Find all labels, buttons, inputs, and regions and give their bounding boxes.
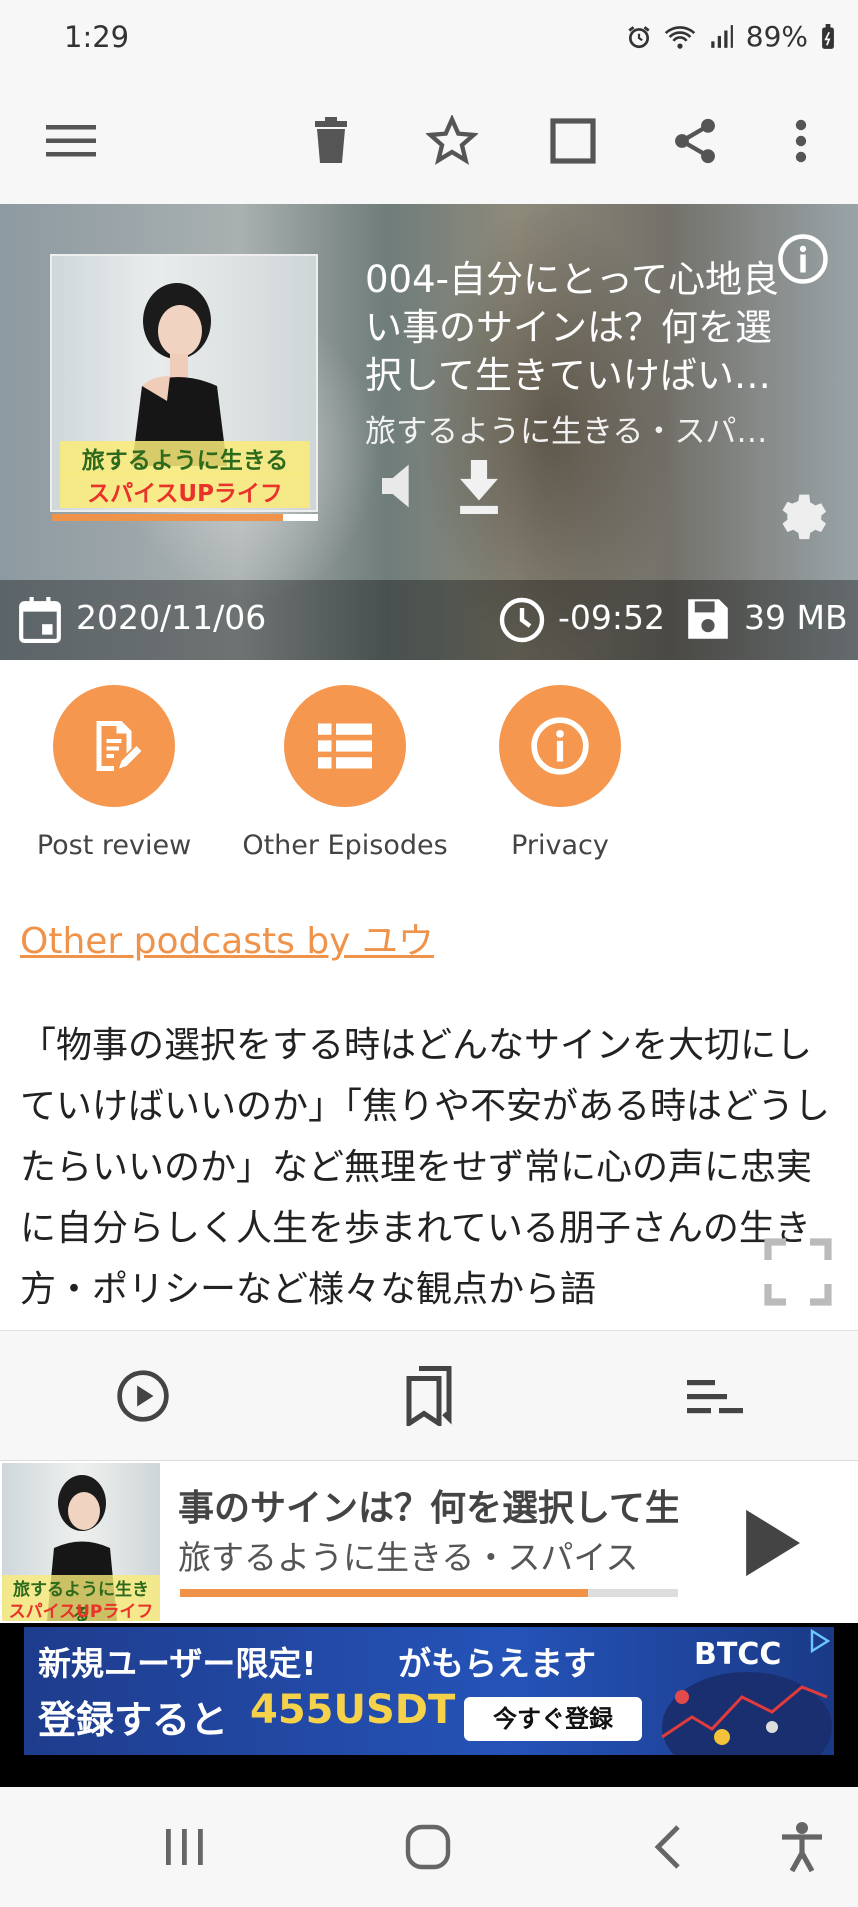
- episode-title: 004-自分にとって心地良い事のサインは？何を選択して生きていけばい…: [365, 258, 780, 397]
- top-toolbar: [0, 78, 858, 204]
- ad-globe-graphic: [661, 1672, 832, 1755]
- post-review-button[interactable]: [53, 685, 175, 807]
- privacy-button[interactable]: [499, 685, 621, 807]
- ad-choices-icon[interactable]: [808, 1629, 832, 1653]
- back-icon[interactable]: [650, 1823, 686, 1875]
- star-icon[interactable]: [417, 106, 487, 176]
- info-icon[interactable]: [776, 232, 830, 290]
- volume-icon[interactable]: [378, 462, 418, 514]
- other-podcasts-link[interactable]: Other podcasts by ユウ: [20, 912, 434, 964]
- recent-apps-icon[interactable]: [162, 1825, 206, 1873]
- mini-player-subtitle: 旅するように生きる・スパイス: [178, 1538, 639, 1577]
- ad-content[interactable]: 新規ユーザー限定! がもらえます 登録すると 455USDT 今すぐ登録 BTC…: [24, 1627, 834, 1755]
- other-episodes-label[interactable]: Other Episodes: [225, 830, 465, 861]
- podcast-cover-art: 旅するように生きる スパイスUPライフ: [50, 254, 318, 512]
- battery-text: 89%: [745, 20, 808, 53]
- calendar-icon: [19, 597, 61, 643]
- episode-date: 2020/11/06: [76, 598, 267, 637]
- privacy-label[interactable]: Privacy: [440, 830, 680, 861]
- ad-line1b: がもらえます: [398, 1644, 596, 1683]
- ad-line1: 新規ユーザー限定!: [38, 1644, 317, 1683]
- episode-file-size: 39 MB: [744, 598, 848, 637]
- cover-caption-2: スパイスUPライフ: [60, 474, 310, 508]
- share-icon[interactable]: [660, 106, 730, 176]
- cover-caption-1: 旅するように生きる: [60, 441, 310, 475]
- ad-banner[interactable]: 新規ユーザー限定! がもらえます 登録すると 455USDT 今すぐ登録 BTC…: [0, 1623, 858, 1787]
- episode-meta-bar: 2020/11/06 -09:52 39 MB: [0, 580, 858, 660]
- checkbox-icon[interactable]: [538, 106, 608, 176]
- system-nav-bar: [0, 1787, 858, 1907]
- episode-description: 「物事の選択をする時はどんなサインを大切にしていけばいいのか」「焦りや不安がある…: [20, 1025, 831, 1310]
- mini-player-thumbnail: 旅するように生きる スパイスUPライフ: [2, 1463, 160, 1621]
- fullscreen-icon[interactable]: [762, 1236, 834, 1312]
- play-circle-icon[interactable]: [103, 1361, 183, 1431]
- status-icons: 89%: [626, 20, 836, 53]
- episode-remaining-time: -09:52: [558, 598, 666, 637]
- download-icon[interactable]: [456, 460, 502, 518]
- home-icon[interactable]: [404, 1823, 452, 1875]
- edit-note-icon: [96, 721, 142, 771]
- bottom-tab-bar: [0, 1330, 858, 1460]
- info-icon: [531, 717, 589, 775]
- episode-header: 旅するように生きる スパイスUPライフ 004-自分にとって心地良い事のサインは…: [0, 204, 858, 660]
- bookmarks-icon[interactable]: [389, 1361, 469, 1431]
- play-icon: [746, 1509, 800, 1577]
- mini-caption-2: スパイスUPライフ: [8, 1602, 154, 1621]
- ad-register-button[interactable]: 今すぐ登録: [464, 1697, 642, 1741]
- settings-gear-icon[interactable]: [774, 489, 828, 547]
- post-review-label[interactable]: Post review: [0, 830, 234, 861]
- list-icon: [318, 723, 372, 769]
- mini-player-title: 事のサインは？何を選択して生: [178, 1488, 678, 1529]
- cover-person-image: [132, 283, 227, 466]
- wifi-icon: [664, 25, 695, 49]
- play-button[interactable]: [742, 1509, 800, 1581]
- more-vert-icon[interactable]: [766, 106, 836, 176]
- queue-icon[interactable]: [675, 1361, 755, 1431]
- status-time: 1:29: [64, 20, 130, 54]
- mini-player[interactable]: 旅するように生きる スパイスUPライフ 事のサインは？何を選択して生 旅するよう…: [0, 1460, 858, 1623]
- signal-icon: [711, 24, 733, 48]
- clock-icon: [499, 597, 545, 643]
- ad-line2a: 登録すると: [38, 1698, 229, 1742]
- menu-icon[interactable]: [36, 106, 106, 176]
- cover-progress-bar: [52, 514, 318, 521]
- mini-player-progress[interactable]: [180, 1589, 678, 1597]
- delete-icon[interactable]: [296, 106, 366, 176]
- episode-podcast-name: 旅するように生きる・スパ…: [365, 414, 768, 450]
- alarm-icon: [628, 25, 650, 48]
- battery-icon: [822, 23, 834, 49]
- accessibility-icon[interactable]: [780, 1821, 824, 1877]
- status-bar: 1:29 89%: [0, 0, 858, 78]
- other-episodes-button[interactable]: [284, 685, 406, 807]
- save-disk-icon: [688, 599, 728, 639]
- ad-line2b: 455USDT: [250, 1687, 456, 1733]
